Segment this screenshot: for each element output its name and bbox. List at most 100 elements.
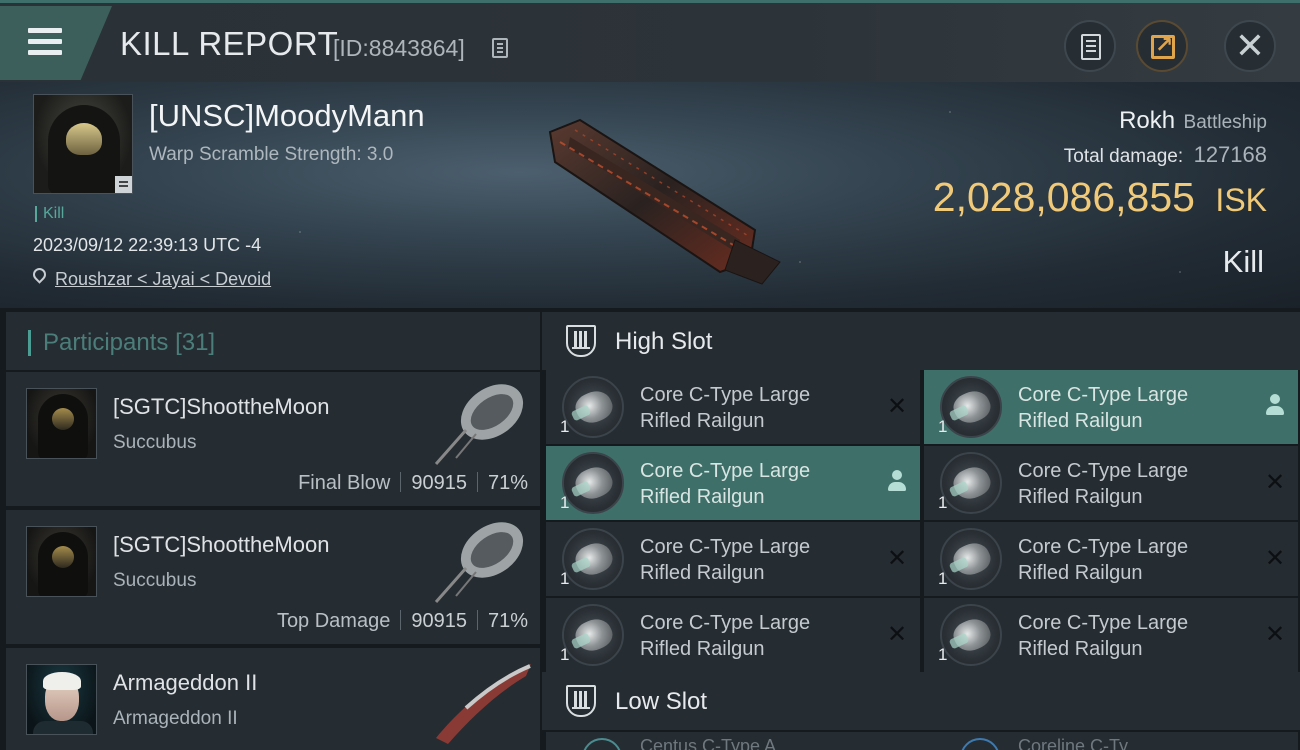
participant-name[interactable]: [SGTC]ShoottheMoon [113,394,329,420]
module-name[interactable]: Centus C-Type A [640,736,776,750]
dropped-user-icon [888,470,906,492]
page-title: KILL REPORT [120,25,339,62]
participant-damage: 90915 [411,610,467,632]
module-name-line1: Core C-Type Large [1018,536,1189,558]
location-link[interactable]: Roushzar < Jayai < Devoid [55,269,271,290]
module-name-line2: Rifled Railgun [640,486,765,508]
module-name-line2: Rifled Railgun [640,562,765,584]
victim-name[interactable]: [UNSC]MoodyMann [149,98,425,134]
railgun-icon [562,452,624,514]
module-quantity: 1 [938,645,948,664]
module-item[interactable]: 1 Core C-Type Large Rifled Railgun ✕ [546,370,920,444]
share-button[interactable] [1136,20,1188,72]
participant-damage: 90915 [411,472,467,494]
module-item[interactable]: 1 Core C-Type Large Rifled Railgun ✕ [924,598,1298,672]
module-quantity: 1 [938,569,948,588]
top-bar: KILL REPORT [ID:8843864] ✕ [0,0,1300,82]
module-item[interactable]: 1 Core C-Type Large Rifled Railgun ✕ [546,522,920,596]
participant-ship: Armageddon II [113,708,238,729]
participant-percent: 71% [487,610,528,632]
low-slot-header: Low Slot [542,672,1300,730]
railgun-icon [940,376,1002,438]
info-badge-icon[interactable] [115,176,132,193]
low-slot-partial-row: Centus C-Type A Coreline C-Ty [546,732,1298,750]
module-icon [960,738,1000,750]
railgun-icon [940,604,1002,666]
copy-icon[interactable] [492,38,508,58]
menu-button[interactable] [0,6,112,80]
participant-card[interactable]: [SGTC]ShoottheMoon Succubus Top Damage 90… [6,510,540,644]
module-name[interactable]: Coreline C-Ty [1018,736,1128,750]
module-name-line2: Rifled Railgun [1018,562,1143,584]
close-button[interactable]: ✕ [1224,20,1276,72]
victim-avatar[interactable] [33,94,133,194]
module-item[interactable]: 1 Core C-Type Large Rifled Railgun ✕ [924,446,1298,520]
module-quantity: 1 [560,417,570,436]
high-slot-title: High Slot [615,328,713,355]
isk-unit: ISK [1215,182,1267,218]
participant-ship-image [436,664,531,744]
kill-timestamp: 2023/09/12 22:39:13 UTC -4 [33,235,262,255]
isk-value: 2,028,086,855 [932,174,1195,220]
module-name-line2: Rifled Railgun [1018,410,1143,432]
clipboard-button[interactable] [1064,20,1116,72]
participant-avatar[interactable] [26,388,97,459]
participant-role: Final Blow [298,472,391,494]
participant-role: Top Damage [276,610,391,632]
participant-name[interactable]: [SGTC]ShoottheMoon [113,532,329,558]
destroyed-close-icon: ✕ [1264,469,1286,496]
module-item[interactable]: 1 Core C-Type Large Rifled Railgun ✕ [924,522,1298,596]
close-icon: ✕ [1234,25,1266,66]
participants-title: Participants [43,329,169,356]
module-name-line1: Core C-Type Large [640,460,811,482]
participant-ship-image [434,384,524,465]
module-icon [582,738,622,750]
clipboard-icon [1081,34,1101,60]
module-item[interactable]: 1 Core C-Type Large Rifled Railgun ✕ [546,598,920,672]
participants-header: Participants [31] [6,312,540,370]
participant-avatar[interactable] [26,526,97,597]
participant-percent: 71% [487,472,528,494]
module-quantity: 1 [560,645,570,664]
victim-banner: [UNSC]MoodyMann Warp Scramble Strength: … [0,82,1300,308]
result-label: Kill [1222,244,1264,279]
destroyed-close-icon: ✕ [1264,621,1286,648]
module-item[interactable]: 1 Core C-Type Large Rifled Railgun [546,446,920,520]
railgun-icon [940,452,1002,514]
module-name-line1: Core C-Type Large [640,536,811,558]
warp-scramble-strength: Warp Scramble Strength: 3.0 [149,144,394,165]
destroyed-close-icon: ✕ [886,545,908,572]
menu-icon [24,28,62,33]
railgun-icon [562,376,624,438]
railgun-icon [562,528,624,590]
participant-card[interactable]: Armageddon II Armageddon II [6,648,540,750]
low-slot-icon [566,685,596,717]
module-quantity: 1 [560,493,570,512]
module-quantity: 1 [560,569,570,588]
total-damage-value: 127168 [1193,142,1267,167]
kill-tag: Kill [35,206,64,222]
module-name-line1: Core C-Type Large [640,612,811,634]
low-slot-title: Low Slot [615,688,708,715]
victim-ship-name[interactable]: Rokh [1119,107,1175,134]
high-slot-icon [566,325,596,357]
report-id: [ID:8843864] [333,35,465,61]
railgun-icon [940,528,1002,590]
high-slot-header: High Slot [542,312,1300,370]
module-name-line1: Core C-Type Large [1018,612,1189,634]
participants-panel: Participants [31] [SGTC]ShoottheMoon Suc… [0,308,540,750]
participant-ship: Succubus [113,432,197,453]
location-pin-icon [30,265,49,284]
destroyed-close-icon: ✕ [886,393,908,420]
participants-count: [31] [175,329,216,356]
module-quantity: 1 [938,493,948,512]
module-name-line1: Core C-Type Large [1018,460,1189,482]
share-icon [1151,32,1175,59]
module-name-line2: Rifled Railgun [1018,638,1143,660]
participant-name[interactable]: Armageddon II [113,670,257,696]
victim-ship-image [548,118,781,285]
module-item[interactable]: 1 Core C-Type Large Rifled Railgun [924,370,1298,444]
participant-card[interactable]: [SGTC]ShoottheMoon Succubus Final Blow 90… [6,372,540,506]
participant-avatar[interactable] [26,664,97,735]
dropped-user-icon [1266,394,1284,416]
